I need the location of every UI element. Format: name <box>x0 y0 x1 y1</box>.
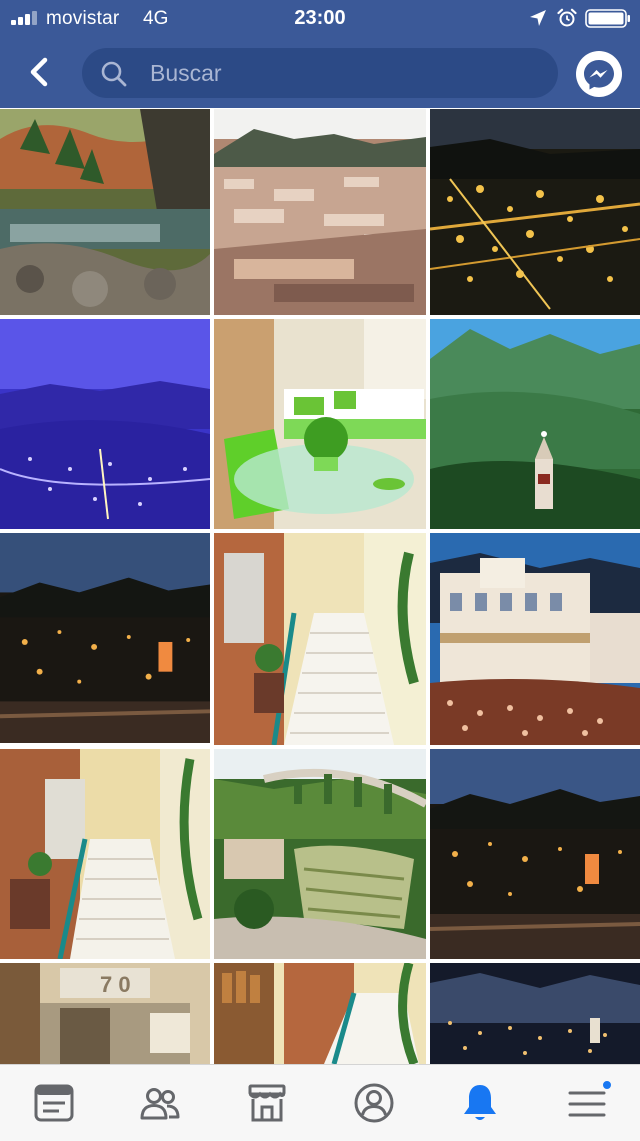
profile-icon <box>354 1083 394 1123</box>
tab-bar <box>0 1064 640 1141</box>
photo-thumbnail[interactable] <box>430 749 640 959</box>
menu-badge-dot <box>601 1079 613 1091</box>
photo-thumbnail[interactable] <box>214 533 426 745</box>
tab-marketplace[interactable] <box>213 1065 319 1141</box>
photo-thumbnail[interactable] <box>0 533 210 745</box>
photo-thumbnail[interactable]: 7 0 <box>0 963 210 1064</box>
tab-friends[interactable] <box>106 1065 212 1141</box>
back-chevron-icon[interactable] <box>22 52 58 92</box>
photo-thumbnail[interactable] <box>214 963 426 1064</box>
photo-thumbnail[interactable] <box>214 319 426 529</box>
svg-text:7 0: 7 0 <box>100 972 131 997</box>
top-bar: movistar 4G 23:00 <box>0 0 640 108</box>
photo-thumbnail[interactable] <box>430 109 640 315</box>
friends-icon <box>140 1088 180 1120</box>
alarm-icon <box>557 8 577 27</box>
battery-icon <box>585 9 630 28</box>
search-input[interactable] <box>150 48 540 98</box>
news-feed-icon <box>34 1084 74 1122</box>
photo-thumbnail[interactable] <box>214 749 426 959</box>
photo-thumbnail[interactable] <box>430 963 640 1064</box>
photo-thumbnail[interactable] <box>0 749 210 959</box>
photo-thumbnail[interactable] <box>214 109 426 315</box>
search-icon <box>101 61 127 87</box>
photo-thumbnail[interactable] <box>430 319 640 529</box>
tab-notifications[interactable] <box>426 1065 532 1141</box>
messenger-icon <box>584 60 614 90</box>
tab-news-feed[interactable] <box>0 1065 106 1141</box>
photo-thumbnail[interactable] <box>0 109 210 315</box>
status-bar: movistar 4G 23:00 <box>0 0 640 36</box>
photo-thumbnail[interactable] <box>430 533 640 745</box>
tab-profile[interactable] <box>320 1065 426 1141</box>
messenger-button[interactable] <box>576 51 622 97</box>
location-arrow-icon <box>530 10 546 26</box>
bell-icon <box>464 1085 496 1120</box>
tab-menu[interactable] <box>533 1065 639 1141</box>
search-bar[interactable] <box>82 48 558 98</box>
photo-thumbnail[interactable] <box>0 319 210 529</box>
marketplace-icon <box>248 1084 286 1122</box>
